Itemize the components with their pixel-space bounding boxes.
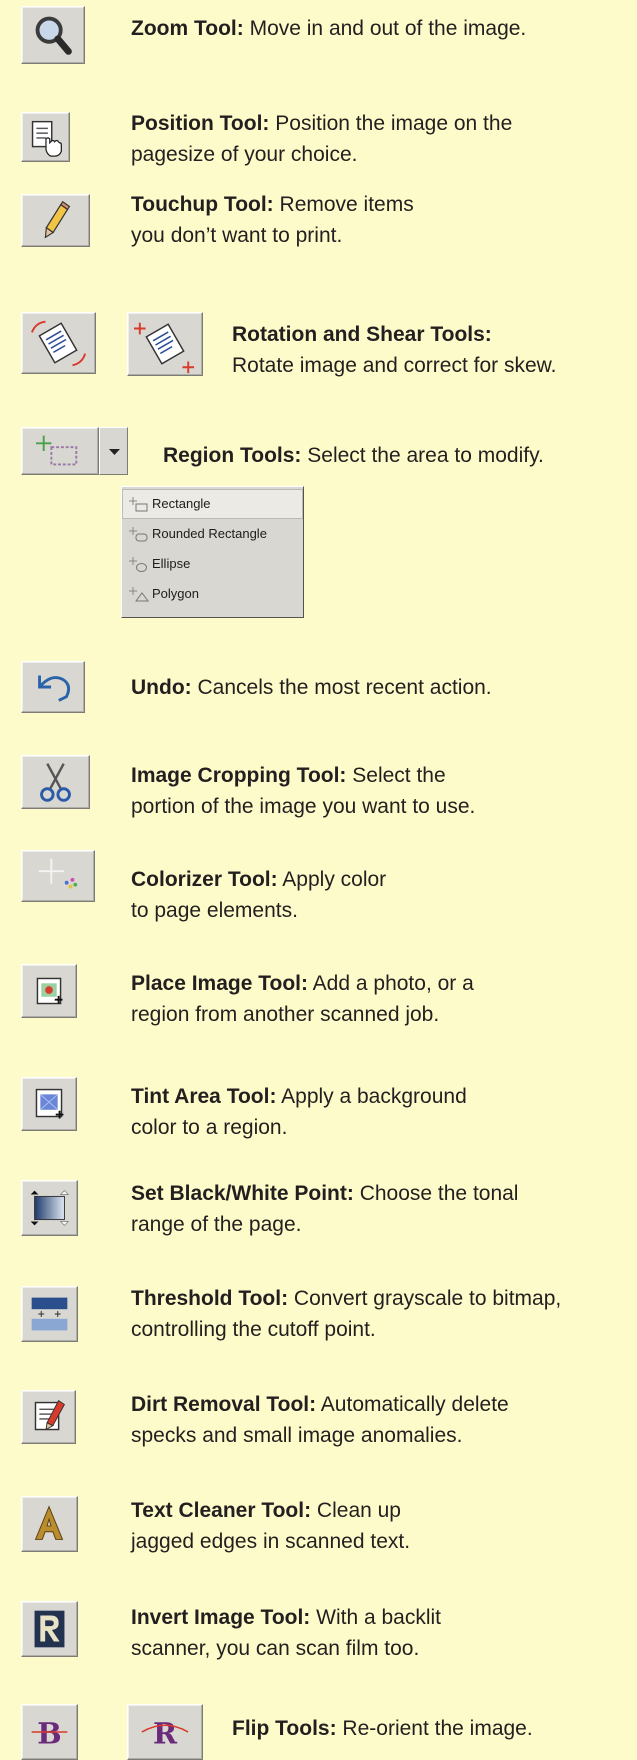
rotate-icon [30,320,87,367]
place-image-icon [36,977,63,1005]
threshold-tool-button[interactable] [21,1286,78,1342]
svg-text:B: B [37,1717,61,1751]
invert-image-icon [34,1610,65,1648]
undo-description: Undo: Cancels the most recent action. [131,676,492,699]
text-cleaner-tool-description: Text Cleaner Tool: Clean up jagged edges… [131,1499,411,1553]
flip-tools-description: Flip Tools: Re-orient the image. [232,1717,533,1740]
zoom-tool-name: Zoom Tool: [131,17,244,40]
tint-area-tool-description: Tint Area Tool: Apply a background color… [131,1085,467,1139]
invert-image-tool-description: Invert Image Tool: With a backlit scanne… [131,1606,442,1660]
menu-item-rounded-rectangle[interactable]: Rounded Rectangle [122,519,303,549]
chevron-down-icon [109,449,120,455]
text-cleaner-tool-button[interactable] [21,1496,78,1552]
rectangle-region-icon [36,435,78,466]
place-image-tool-button[interactable] [21,964,77,1018]
dirt-removal-tool-description: Dirt Removal Tool: Automatically delete … [131,1393,509,1447]
region-dropdown-button[interactable] [99,427,128,475]
svg-text:R: R [153,1717,178,1751]
polygon-region-icon [129,587,149,602]
rounded-rectangle-region-icon [129,527,148,542]
scissors-icon [40,763,71,802]
zoom-tool-description: Zoom Tool: Move in and out of the image. [131,17,527,40]
crop-tool-description: Image Cropping Tool: Select the portion … [131,764,476,818]
region-tool-button[interactable] [21,427,99,475]
flip-vertical-button[interactable]: B [21,1704,78,1760]
place-image-tool-description: Place Image Tool: Add a photo, or a regi… [131,972,474,1026]
colorizer-icon [38,858,78,889]
zoom-tool-button[interactable] [21,6,85,64]
tint-area-tool-button[interactable] [21,1077,77,1131]
rotate-tool-button[interactable] [21,312,96,374]
dirt-removal-tool-button[interactable] [21,1390,76,1444]
shear-tool-button[interactable] [127,312,203,376]
menu-item-rectangle[interactable]: Rectangle [122,489,303,519]
document-hand-icon [31,120,62,157]
black-white-point-button[interactable] [21,1180,78,1236]
rotation-tools-description: Rotation and Shear Tools: Rotate image a… [232,323,557,377]
ellipse-region-icon [129,557,147,572]
undo-arrow-icon [38,675,71,702]
colorizer-tool-description: Colorizer Tool: Apply color to page elem… [131,868,387,922]
flip-horizontal-icon: R [141,1717,189,1751]
invert-image-tool-button[interactable] [21,1601,78,1657]
tint-area-icon [35,1088,64,1119]
colorizer-tool-button[interactable] [21,850,95,902]
threshold-icon [31,1297,68,1331]
magnifier-icon [35,16,72,55]
region-dropdown-menu: Rectangle Rounded Rectangle Ellipse Poly… [121,486,304,618]
touchup-tool-button[interactable] [21,194,90,247]
undo-button[interactable] [21,661,85,713]
position-tool-description: Position Tool: Position the image on the… [131,112,513,166]
menu-item-polygon[interactable]: Polygon [122,579,303,609]
shear-icon [134,322,195,374]
region-tools-description: Region Tools: Select the area to modify. [163,444,544,467]
rectangle-region-icon [129,497,148,512]
crop-tool-button[interactable] [21,755,90,809]
letter-a-icon [34,1505,64,1540]
position-tool-button[interactable] [21,112,70,162]
pencil-icon [44,200,71,239]
threshold-tool-description: Threshold Tool: Convert grayscale to bit… [131,1287,562,1341]
black-white-point-icon [30,1190,70,1226]
black-white-point-description: Set Black/White Point: Choose the tonal … [131,1182,519,1236]
touchup-tool-description: Touchup Tool: Remove items you don’t wan… [131,193,414,247]
menu-item-ellipse[interactable]: Ellipse [122,549,303,579]
flip-horizontal-button[interactable]: R [127,1704,203,1760]
flip-vertical-icon: B [31,1717,68,1751]
dirt-removal-icon [34,1399,66,1431]
